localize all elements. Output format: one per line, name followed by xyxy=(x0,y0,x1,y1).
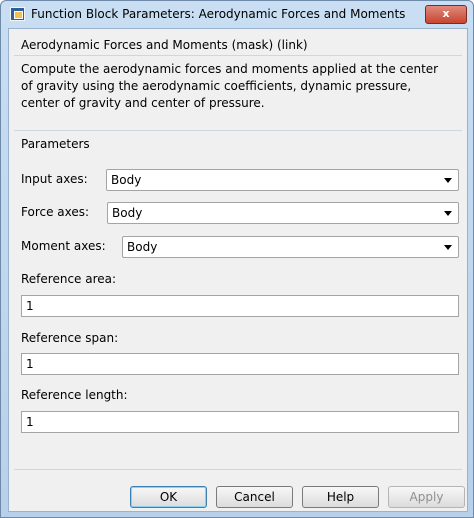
reference-area-field[interactable] xyxy=(21,295,459,317)
chevron-down-icon xyxy=(444,211,452,216)
reference-span-field[interactable] xyxy=(21,353,459,375)
window-title: Function Block Parameters: Aerodynamic F… xyxy=(31,7,406,21)
apply-button[interactable]: Apply xyxy=(388,486,465,508)
input-axes-value: Body xyxy=(111,173,142,187)
title-bar[interactable]: Function Block Parameters: Aerodynamic F… xyxy=(1,1,473,27)
section-divider xyxy=(14,130,462,131)
ok-button[interactable]: OK xyxy=(130,486,207,508)
reference-area-input[interactable] xyxy=(26,297,446,315)
reference-length-field[interactable] xyxy=(21,411,459,433)
moment-axes-select[interactable]: Body xyxy=(122,236,459,258)
simulink-block-icon xyxy=(10,7,25,21)
header-divider xyxy=(14,55,462,56)
input-axes-select[interactable]: Body xyxy=(106,169,459,191)
close-icon: x xyxy=(442,7,450,20)
dialog-body: Aerodynamic Forces and Moments (mask) (l… xyxy=(8,28,468,512)
force-axes-label: Force axes: xyxy=(21,205,90,219)
block-description: Compute the aerodynamic forces and momen… xyxy=(21,62,439,110)
chevron-down-icon xyxy=(444,178,452,183)
button-divider xyxy=(14,469,462,470)
reference-area-label: Reference area: xyxy=(21,272,117,286)
moment-axes-value: Body xyxy=(127,240,158,254)
block-header: Aerodynamic Forces and Moments (mask) (l… xyxy=(21,38,308,52)
close-button[interactable]: x xyxy=(425,5,467,24)
reference-length-input[interactable] xyxy=(26,413,446,431)
force-axes-value: Body xyxy=(112,206,143,220)
cancel-button[interactable]: Cancel xyxy=(216,486,293,508)
force-axes-select[interactable]: Body xyxy=(107,202,459,224)
input-axes-label: Input axes: xyxy=(21,172,88,186)
reference-span-label: Reference span: xyxy=(21,331,119,345)
moment-axes-label: Moment axes: xyxy=(21,239,106,253)
chevron-down-icon xyxy=(444,245,452,250)
help-button[interactable]: Help xyxy=(302,486,379,508)
dialog-window: Function Block Parameters: Aerodynamic F… xyxy=(0,0,474,518)
reference-span-input[interactable] xyxy=(26,355,446,373)
reference-length-label: Reference length: xyxy=(21,388,128,402)
parameters-label: Parameters xyxy=(21,137,90,151)
